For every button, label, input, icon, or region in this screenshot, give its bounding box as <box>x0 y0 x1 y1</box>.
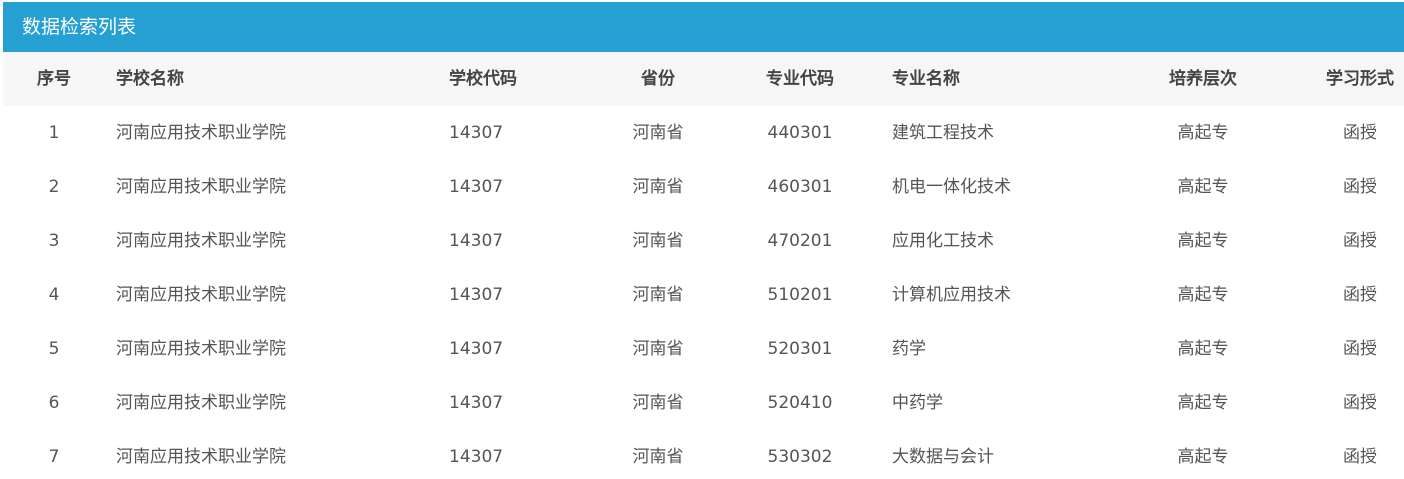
cell-school-name: 河南应用技术职业学院 <box>116 447 286 467</box>
cell-index: 5 <box>48 339 60 359</box>
cell-major-name: 应用化工技术 <box>892 231 994 251</box>
cell-major-code: 520410 <box>767 393 833 413</box>
cell-level: 高起专 <box>1177 447 1229 467</box>
data-search-panel: 数据检索列表 序号 学校名称 学校代码 省份 专业代码 专业名称 培养层次 学习… <box>3 2 1404 479</box>
column-header-level: 培养层次 <box>1169 69 1237 89</box>
column-header-province: 省份 <box>641 69 675 89</box>
cell-major-code: 520301 <box>767 339 833 359</box>
cell-school-name: 河南应用技术职业学院 <box>116 285 286 305</box>
cell-index: 4 <box>48 285 60 305</box>
column-header-school-name: 学校名称 <box>116 69 184 89</box>
cell-level: 高起专 <box>1177 177 1229 197</box>
cell-school-name: 河南应用技术职业学院 <box>116 177 286 197</box>
cell-major-code: 470201 <box>767 231 833 251</box>
cell-study-mode: 函授 <box>1343 285 1377 305</box>
panel-title: 数据检索列表 <box>3 2 1404 52</box>
cell-school-code: 14307 <box>449 285 504 305</box>
cell-school-name: 河南应用技术职业学院 <box>116 123 286 143</box>
cell-major-name: 机电一体化技术 <box>892 177 1011 197</box>
cell-level: 高起专 <box>1177 339 1229 359</box>
cell-study-mode: 函授 <box>1343 123 1377 143</box>
cell-study-mode: 函授 <box>1343 447 1377 467</box>
cell-level: 高起专 <box>1177 393 1229 413</box>
cell-major-name: 中药学 <box>892 393 943 413</box>
cell-level: 高起专 <box>1177 285 1229 305</box>
cell-study-mode: 函授 <box>1343 177 1377 197</box>
cell-province: 河南省 <box>632 339 684 359</box>
cell-school-name: 河南应用技术职业学院 <box>116 393 286 413</box>
column-header-school-code: 学校代码 <box>449 69 517 89</box>
cell-major-code: 440301 <box>767 123 833 143</box>
cell-school-code: 14307 <box>449 447 504 467</box>
cell-province: 河南省 <box>632 285 684 305</box>
column-header-major-code: 专业代码 <box>766 69 834 89</box>
table-header-row: 序号 学校名称 学校代码 省份 专业代码 专业名称 培养层次 学习形式 <box>3 52 1404 106</box>
cell-school-name: 河南应用技术职业学院 <box>116 231 286 251</box>
column-header-major-name: 专业名称 <box>892 69 960 89</box>
cell-province: 河南省 <box>632 447 684 467</box>
cell-major-code: 460301 <box>767 177 833 197</box>
cell-index: 1 <box>48 123 60 143</box>
cell-index: 2 <box>48 177 60 197</box>
cell-index: 7 <box>48 447 60 467</box>
cell-school-code: 14307 <box>449 123 504 143</box>
cell-school-code: 14307 <box>449 177 504 197</box>
table-row: 3 河南应用技术职业学院 14307 河南省 470201 应用化工技术 高起专 函授 <box>3 214 1404 268</box>
cell-school-code: 14307 <box>449 339 504 359</box>
cell-major-name: 建筑工程技术 <box>892 123 994 143</box>
table-row: 2 河南应用技术职业学院 14307 河南省 460301 机电一体化技术 高起专 函授 <box>3 160 1404 214</box>
cell-index: 6 <box>48 393 60 413</box>
cell-province: 河南省 <box>632 123 684 143</box>
cell-school-code: 14307 <box>449 393 504 413</box>
cell-province: 河南省 <box>632 393 684 413</box>
cell-major-name: 计算机应用技术 <box>892 285 1011 305</box>
cell-province: 河南省 <box>632 177 684 197</box>
table-row: 7 河南应用技术职业学院 14307 河南省 530302 大数据与会计 高起专 函授 <box>3 430 1404 479</box>
table-row: 4 河南应用技术职业学院 14307 河南省 510201 计算机应用技术 高起专 函授 <box>3 268 1404 322</box>
cell-study-mode: 函授 <box>1343 339 1377 359</box>
table-row: 1 河南应用技术职业学院 14307 河南省 440301 建筑工程技术 高起专 函授 <box>3 106 1404 160</box>
cell-study-mode: 函授 <box>1343 231 1377 251</box>
cell-index: 3 <box>48 231 60 251</box>
cell-school-name: 河南应用技术职业学院 <box>116 339 286 359</box>
cell-province: 河南省 <box>632 231 684 251</box>
table-row: 6 河南应用技术职业学院 14307 河南省 520410 中药学 高起专 函授 <box>3 376 1404 430</box>
cell-major-code: 530302 <box>767 447 833 467</box>
cell-major-name: 大数据与会计 <box>892 447 994 467</box>
table-row: 5 河南应用技术职业学院 14307 河南省 520301 药学 高起专 函授 <box>3 322 1404 376</box>
column-header-index: 序号 <box>37 69 71 89</box>
cell-level: 高起专 <box>1177 123 1229 143</box>
column-header-study-mode: 学习形式 <box>1326 69 1394 89</box>
cell-major-name: 药学 <box>892 339 926 359</box>
cell-school-code: 14307 <box>449 231 504 251</box>
cell-level: 高起专 <box>1177 231 1229 251</box>
cell-study-mode: 函授 <box>1343 393 1377 413</box>
cell-major-code: 510201 <box>767 285 833 305</box>
